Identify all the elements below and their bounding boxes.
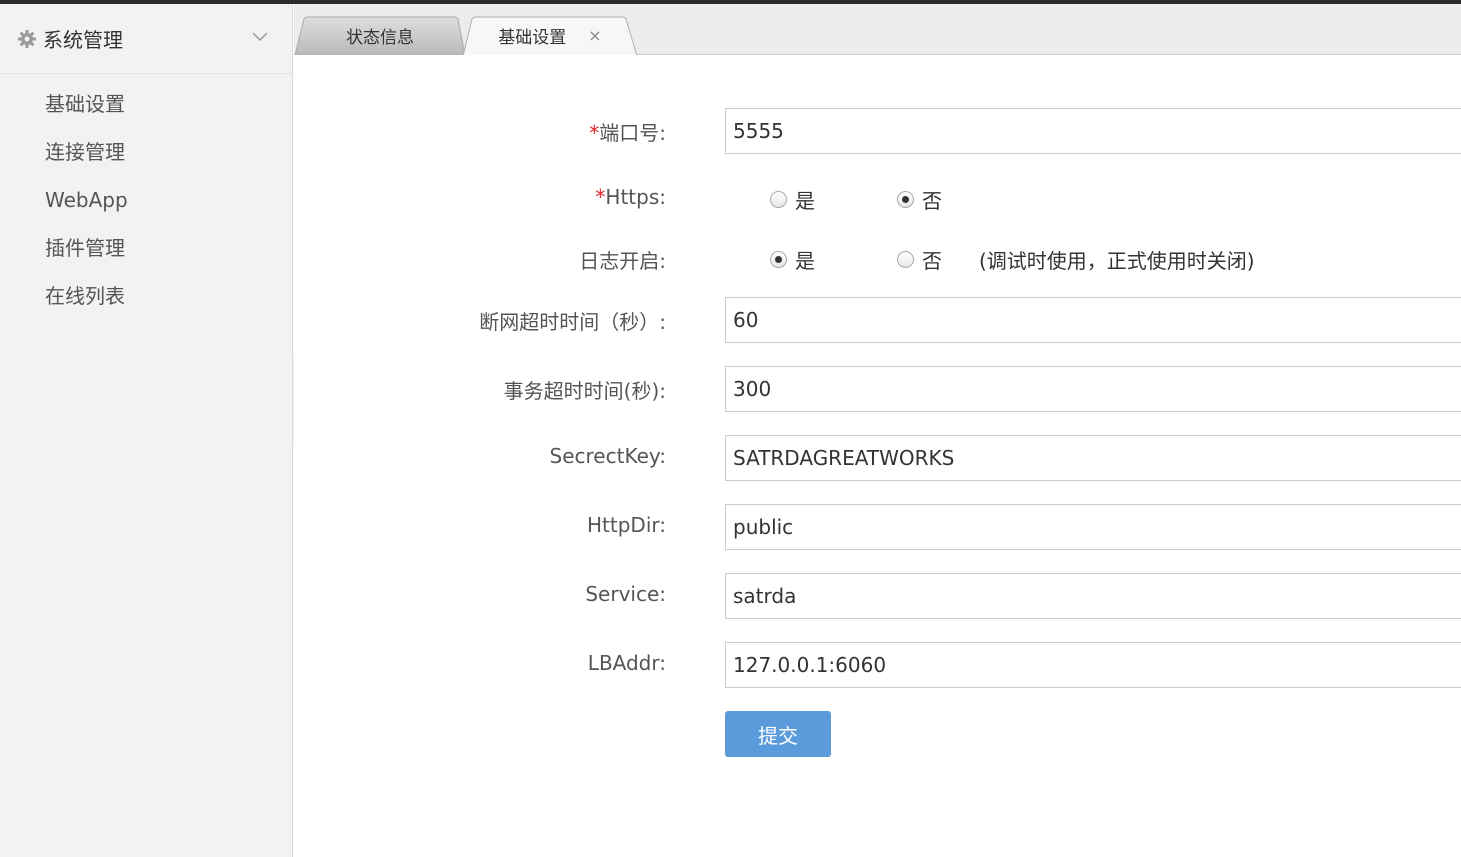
radio-button[interactable] [770,191,787,208]
radio-label: 是 [795,189,815,213]
log-radio-yes[interactable]: 是 [770,245,815,274]
lb-addr-label: LBAddr: [587,651,666,675]
disconnect-timeout-label: 断网超时时间（秒）: [479,310,666,334]
port-input[interactable] [725,108,1461,154]
required-mark: * [589,121,600,145]
sidebar-item-online-list[interactable]: 在线列表 [0,272,292,320]
log-radio-no[interactable]: 否 [897,245,942,274]
log-note: (调试时使用，正式使用时关闭) [979,249,1255,273]
https-radio-no[interactable]: 否 [897,185,942,214]
settings-form: *端口号: *Https: 是 否 日志开启: 是 否 (调试时使用，正式使用时… [294,55,1461,857]
lb-addr-input[interactable] [725,642,1461,688]
sidebar-section-header[interactable]: 系统管理 [0,4,292,74]
http-dir-input[interactable] [725,504,1461,550]
radio-label: 否 [922,189,942,213]
sidebar-item-plugin-management[interactable]: 插件管理 [0,224,292,272]
secret-key-label: SecrectKey: [549,444,666,468]
transaction-timeout-label: 事务超时时间(秒): [503,379,666,403]
tab-basic-settings[interactable]: 基础设置 × [462,16,638,56]
tab-bar: 状态信息 基础设置 × [294,4,1461,56]
radio-button[interactable] [897,191,914,208]
chevron-down-icon[interactable] [252,32,268,42]
close-icon[interactable]: × [588,26,601,45]
tab-label: 状态信息 [346,28,414,48]
sidebar: 系统管理 基础设置 连接管理 WebApp 插件管理 在线列表 [0,4,293,857]
gear-icon [18,29,36,48]
sidebar-item-basic-settings[interactable]: 基础设置 [0,80,292,128]
sidebar-item-connection-management[interactable]: 连接管理 [0,128,292,176]
service-input[interactable] [725,573,1461,619]
https-radio-yes[interactable]: 是 [770,185,815,214]
service-label: Service: [585,582,666,606]
disconnect-timeout-input[interactable] [725,297,1461,343]
tab-label: 基础设置 [498,28,567,48]
sidebar-item-webapp[interactable]: WebApp [0,176,292,224]
http-dir-label: HttpDir: [587,513,666,537]
radio-label: 是 [795,249,815,273]
port-label: *端口号: [589,121,666,145]
radio-label: 否 [922,249,942,273]
sidebar-title: 系统管理 [43,28,123,52]
https-label: *Https: [595,185,666,209]
secret-key-input[interactable] [725,435,1461,481]
required-mark: * [595,185,606,209]
radio-button[interactable] [770,251,787,268]
log-label: 日志开启: [579,249,666,273]
submit-button[interactable]: 提交 [725,711,831,757]
radio-button[interactable] [897,251,914,268]
transaction-timeout-input[interactable] [725,366,1461,412]
tab-status-info[interactable]: 状态信息 [294,16,466,55]
sidebar-menu: 基础设置 连接管理 WebApp 插件管理 在线列表 [0,74,292,320]
